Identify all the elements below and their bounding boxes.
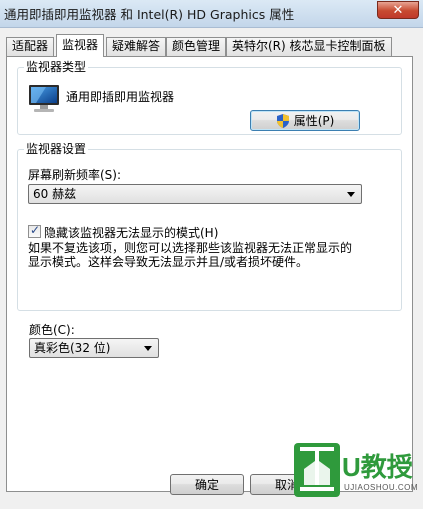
tab-monitor[interactable]: 监视器 [56, 34, 105, 57]
tab-color-management[interactable]: 颜色管理 [166, 37, 227, 56]
chevron-down-icon [144, 346, 152, 351]
watermark-brand: U教授 [342, 452, 413, 482]
ok-button[interactable]: 确定 [170, 474, 244, 495]
monitor-settings-title: 监视器设置 [24, 142, 89, 156]
tab-troubleshoot[interactable]: 疑难解答 [106, 37, 167, 56]
checkmark-icon: ✓ [30, 223, 41, 237]
description-line-1: 如果不复选该项，则您可以选择那些该监视器无法正常显示的 [28, 241, 353, 255]
refresh-rate-select[interactable]: 60 赫兹 [28, 184, 362, 204]
refresh-rate-value: 60 赫兹 [33, 187, 77, 201]
uac-shield-icon [276, 113, 289, 128]
properties-button-label: 属性(P) [293, 114, 335, 128]
monitor-icon [29, 85, 59, 112]
hide-modes-description: 如果不复选该项，则您可以选择那些该监视器无法正常显示的 显示模式。这样会导致无法… [28, 241, 368, 269]
dialog-body: 适配器 监视器 疑难解答 颜色管理 英特尔(R) 核芯显卡控制面板 监视器类型 [0, 28, 423, 509]
monitor-type-group: 监视器类型 通用即插即用监视器 属性(P) [17, 60, 402, 135]
hide-modes-checkbox[interactable]: ✓ [28, 223, 41, 238]
title-bar: 通用即插即用监视器 和 Intel(R) HD Graphics 属性 ✕ [0, 0, 423, 28]
monitor-settings-group: 监视器设置 屏幕刷新频率(S): 60 赫兹 ✓ 隐藏该监视器无法显示的模式(H… [17, 142, 402, 311]
close-button[interactable]: ✕ [377, 1, 419, 19]
tab-adapter[interactable]: 适配器 [6, 37, 55, 56]
monitor-name: 通用即插即用监视器 [66, 90, 175, 104]
tab-intel-control-panel[interactable]: 英特尔(R) 核芯显卡控制面板 [226, 37, 392, 56]
window-title: 通用即插即用监视器 和 Intel(R) HD Graphics 属性 [4, 7, 295, 22]
watermark-logo-icon [294, 443, 340, 497]
monitor-tab-panel: 监视器类型 通用即插即用监视器 属性(P) 监视器设置 屏幕刷新频率(S): 6… [6, 56, 413, 492]
ok-button-label: 确定 [194, 478, 219, 492]
hide-modes-label[interactable]: 隐藏该监视器无法显示的模式(H) [44, 224, 218, 241]
color-depth-select[interactable]: 真彩色(32 位) [29, 338, 159, 358]
color-depth-value: 真彩色(32 位) [34, 341, 111, 355]
refresh-rate-label: 屏幕刷新频率(S): [28, 168, 122, 182]
close-icon: ✕ [392, 2, 404, 18]
color-label: 颜色(C): [29, 323, 75, 337]
properties-button[interactable]: 属性(P) [250, 110, 360, 131]
watermark: U教授 UJIAOSHOU.COM [294, 443, 419, 503]
description-line-2: 显示模式。这样会导致无法显示并且/或者损坏硬件。 [28, 255, 309, 269]
watermark-url: UJIAOSHOU.COM [344, 483, 419, 492]
chevron-down-icon [347, 192, 355, 197]
monitor-type-title: 监视器类型 [24, 60, 89, 74]
